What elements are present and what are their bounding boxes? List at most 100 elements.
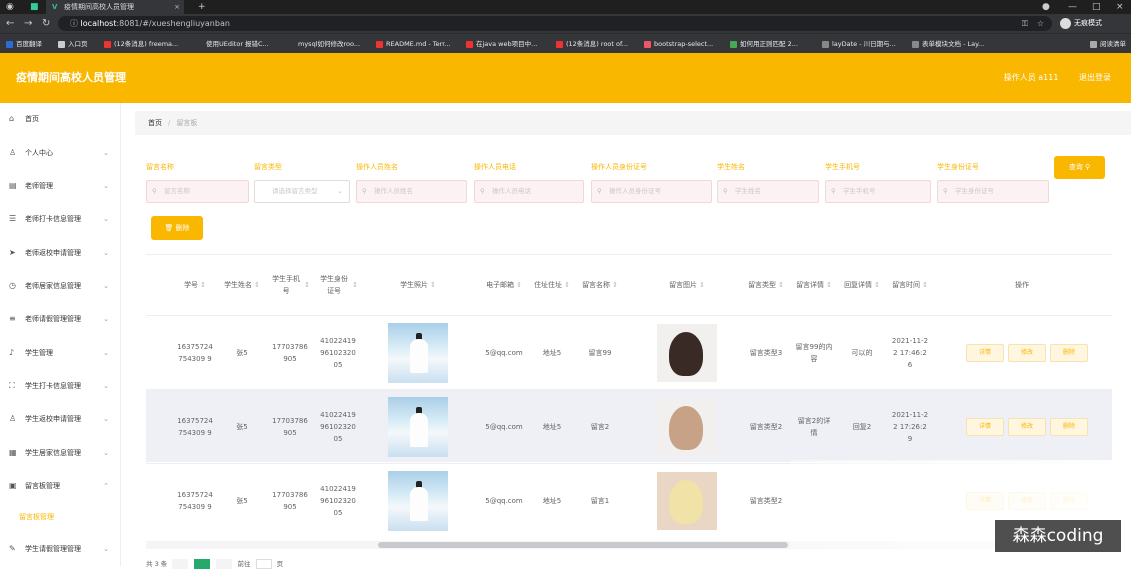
profile-button[interactable]: 无痕模式 [1060,17,1102,30]
sort-icon[interactable]: ⇕ [612,279,618,291]
operator-name-input[interactable]: ⚲ 操作人员姓名 [356,180,467,203]
sidebar-item-student-leave[interactable]: ✎ 学生请假管理管理 ⌄ [0,539,121,559]
column-header[interactable]: 留言类型 ⇕ [744,255,788,315]
bookmark-item[interactable]: (12条消息) freema... [104,34,178,54]
row-delete-button[interactable]: 删除 [1050,417,1088,436]
message-image[interactable] [657,323,717,382]
student-phone-input[interactable]: ⚲ 学生手机号 [825,180,931,203]
sidebar-item-student[interactable]: ♪ 学生管理 ⌄ [0,343,121,363]
sidebar-item-student-checkin[interactable]: ⛶ 学生打卡信息管理 ⌄ [0,376,121,396]
column-header[interactable]: 学生手机号 ⇕ [268,255,312,315]
column-header[interactable]: 留言详情 ⇕ [792,255,836,315]
page-number[interactable] [194,559,211,569]
student-photo[interactable] [388,322,448,383]
bookmark-item[interactable]: 入口页 [58,34,88,54]
column-header[interactable]: 留言时间 ⇕ [888,255,932,315]
sort-icon[interactable]: ⇕ [254,279,260,291]
student-name-input[interactable]: ⚲ 学生姓名 [717,180,819,203]
student-photo[interactable] [388,470,448,531]
column-header[interactable]: 学生姓名 ⇕ [220,255,264,315]
bookmark-item[interactable]: 使用UEditor 报错C... [206,34,269,54]
message-image[interactable] [657,471,717,530]
operator-id-input[interactable]: ⚲ 操作人员身份证号 [591,180,712,203]
row-delete-button[interactable]: 删除 [1050,343,1088,362]
scrollbar-thumb[interactable] [378,542,788,548]
bookmark-item[interactable]: mysql如何修改roo... [298,34,360,54]
sort-icon[interactable]: ⇕ [200,279,206,291]
edit-button[interactable]: 修改 [1008,343,1046,362]
detail-button[interactable]: 详情 [966,417,1004,436]
browser-tab[interactable]: V 疫情期间高校人员管理 × [46,0,184,14]
bookmark-item[interactable]: 表单模块文档 - Lay... [912,34,984,54]
sidebar-subitem-message-board[interactable]: 留言板管理 [0,507,121,527]
back-icon[interactable]: ← [6,14,14,33]
sort-icon[interactable]: ⇕ [922,279,928,291]
sort-icon[interactable]: ⇕ [564,279,570,291]
logout-link[interactable]: 退出登录 [1079,73,1111,82]
goto-page-input[interactable] [255,559,272,569]
browser-menu-icon[interactable]: ◉ [6,0,14,14]
browser-extension-icon[interactable]: ● [1042,0,1050,14]
sort-icon[interactable]: ⇕ [778,279,784,291]
close-window-icon[interactable]: × [1116,0,1124,14]
url-field[interactable]: ⓘ localhost:8081/#/xueshengliuyanban ⚿ ☆ [58,16,1052,31]
column-header[interactable]: 学号 ⇕ [172,255,218,315]
table-row[interactable]: 16375724754309 9 张5 17703786905 41022419… [146,389,1112,462]
edit-button[interactable]: 修改 [1008,417,1046,436]
sidebar-item-teacher-home[interactable]: ◷ 老师居家信息管理 ⌄ [0,276,121,296]
column-header[interactable]: 住址住址 ⇕ [530,255,574,315]
query-button[interactable]: 查询 ⚲ [1054,156,1105,179]
close-tab-icon[interactable]: × [174,0,180,14]
column-header[interactable]: 回复详情 ⇕ [840,255,884,315]
sort-icon[interactable]: ⇕ [874,279,880,291]
sort-icon[interactable]: ⇕ [826,279,832,291]
sort-icon[interactable]: ⇕ [352,279,358,291]
sidebar-item-student-return[interactable]: ♙ 学生返校申请管理 ⌄ [0,409,121,429]
sidebar-item-student-home[interactable]: ▦ 学生居家信息管理 ⌄ [0,443,121,463]
message-image[interactable] [657,397,717,456]
minimize-icon[interactable]: — [1068,0,1077,14]
column-header[interactable]: 学生照片 ⇕ [374,255,462,315]
bookmark-item[interactable]: 百度翻译 [6,34,42,54]
bookmark-item[interactable]: 在java web项目中... [466,34,537,54]
sort-icon[interactable]: ⇕ [516,279,522,291]
sort-icon[interactable]: ⇕ [699,279,705,291]
reload-icon[interactable]: ↻ [42,14,50,33]
delete-button[interactable]: 🗑 删除 [151,216,203,240]
breadcrumb-home[interactable]: 首页 [148,119,162,127]
reading-list[interactable]: 阅读清单 [1090,34,1126,54]
sidebar-item-teacher-leave[interactable]: ≡ 老师请假管理管理 ⌄ [0,309,121,329]
operator-phone-input[interactable]: ⚲ 操作人员电话 [474,180,584,203]
message-type-select[interactable]: 请选择留言类型 ⌄ [254,180,350,203]
column-header[interactable]: 留言名称 ⇕ [578,255,622,315]
sidebar-item-teacher-return[interactable]: ➤ 老师返校申请管理 ⌄ [0,243,121,263]
sidebar-item-home[interactable]: ⌂ 首页 [0,109,121,129]
sidebar-item-personal-center[interactable]: ♙ 个人中心 ⌄ [0,143,121,163]
bookmark-item[interactable]: layDate - 川日期与... [822,34,896,54]
detail-button[interactable]: 详情 [966,343,1004,362]
sidebar-item-message-board[interactable]: ▣ 留言板管理 ⌃ [0,476,121,496]
forward-icon[interactable]: → [24,14,32,33]
message-name-input[interactable]: ⚲ 留言名称 [146,180,249,203]
sort-icon[interactable]: ⇕ [430,279,436,291]
student-id-input[interactable]: ⚲ 学生身份证号 [937,180,1049,203]
bookmark-item[interactable]: 如何用正则匹配 2... [730,34,798,54]
key-icon[interactable]: ⚿ [1022,16,1028,31]
new-tab-icon[interactable]: + [198,0,206,14]
sidebar-item-teacher[interactable]: ▤ 老师管理 ⌄ [0,176,121,196]
table-row[interactable]: 16375724754309 9 张5 17703786905 41022419… [146,315,1112,388]
bookmark-item[interactable]: README.md - Terr... [376,34,451,54]
maximize-icon[interactable]: □ [1092,0,1101,14]
bookmark-item[interactable]: (12条消息) root of... [556,34,628,54]
column-header[interactable]: 学生身份证号 ⇕ [316,255,360,315]
bookmark-item[interactable]: bootstrap-select... [644,34,713,54]
next-page-button[interactable] [216,559,233,569]
column-header[interactable]: 电子邮箱 ⇕ [482,255,526,315]
student-photo[interactable] [388,396,448,457]
column-header[interactable]: 留言图片 ⇕ [644,255,730,315]
prev-page-button[interactable] [172,559,189,569]
tab-favicon-icon[interactable]: ■ [30,0,39,14]
sidebar-item-teacher-checkin[interactable]: ☰ 老师打卡信息管理 ⌄ [0,209,121,229]
sort-icon[interactable]: ⇕ [304,279,310,291]
star-icon[interactable]: ☆ [1037,16,1044,31]
